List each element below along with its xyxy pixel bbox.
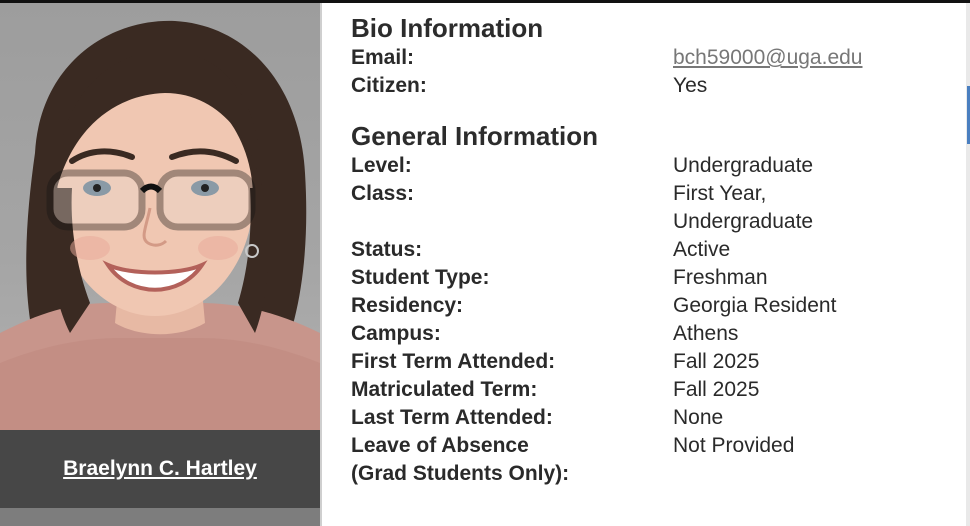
- first-term-label: First Term Attended:: [351, 350, 556, 373]
- general-row-first-term: First Term Attended: Fall 2025: [351, 348, 951, 376]
- general-row-residency: Residency: Georgia Resident: [351, 292, 951, 320]
- campus-value: Athens: [673, 322, 739, 345]
- scrollbar[interactable]: [966, 3, 970, 526]
- first-term-value: Fall 2025: [673, 350, 760, 373]
- bio-row-email: Email: bch59000@uga.edu: [351, 44, 951, 72]
- student-type-value: Freshman: [673, 266, 768, 289]
- profile-panel: Braelynn C. Hartley: [0, 3, 320, 526]
- general-row-matriculated: Matriculated Term: Fall 2025: [351, 376, 951, 404]
- info-content: Bio Information Email: bch59000@uga.edu …: [351, 12, 951, 488]
- status-label: Status:: [351, 238, 423, 261]
- matriculated-label: Matriculated Term:: [351, 378, 538, 401]
- panel-footer: [0, 508, 320, 526]
- general-row-leave-cont: (Grad Students Only):: [351, 460, 951, 488]
- email-label: Email:: [351, 46, 415, 69]
- general-row-class: Class: First Year,: [351, 180, 951, 208]
- residency-label: Residency:: [351, 294, 464, 317]
- level-value: Undergraduate: [673, 154, 814, 177]
- general-row-last-term: Last Term Attended: None: [351, 404, 951, 432]
- general-row-class-cont: Undergraduate: [351, 208, 951, 236]
- general-row-student-type: Student Type: Freshman: [351, 264, 951, 292]
- leave-label-cont: (Grad Students Only):: [351, 462, 570, 485]
- class-value-cont: Undergraduate: [673, 210, 814, 233]
- general-row-status: Status: Active: [351, 236, 951, 264]
- student-type-label: Student Type:: [351, 266, 490, 289]
- general-row-leave: Leave of Absence Not Provided: [351, 432, 951, 460]
- matriculated-value: Fall 2025: [673, 378, 760, 401]
- class-label: Class:: [351, 182, 415, 205]
- student-name-link[interactable]: Braelynn C. Hartley: [63, 457, 257, 481]
- bio-row-citizen: Citizen: Yes: [351, 72, 951, 100]
- profile-photo-illustration: [0, 20, 320, 430]
- campus-label: Campus:: [351, 322, 441, 345]
- email-value: bch59000@uga.edu: [673, 44, 862, 72]
- citizen-label: Citizen:: [351, 74, 427, 97]
- bio-section-title: Bio Information: [351, 13, 544, 43]
- status-value: Active: [673, 238, 731, 261]
- general-section-title: General Information: [351, 121, 599, 151]
- last-term-value: None: [673, 406, 724, 429]
- level-label: Level:: [351, 154, 412, 177]
- email-link[interactable]: bch59000@uga.edu: [673, 46, 862, 69]
- profile-name-bar: Braelynn C. Hartley: [0, 430, 320, 508]
- last-term-label: Last Term Attended:: [351, 406, 553, 429]
- class-label-cont: [351, 208, 673, 236]
- leave-label: Leave of Absence: [351, 434, 529, 457]
- citizen-value: Yes: [673, 74, 708, 97]
- class-value: First Year,: [673, 182, 767, 205]
- panel-divider: [320, 3, 322, 526]
- general-row-level: Level: Undergraduate: [351, 152, 951, 180]
- residency-value: Georgia Resident: [673, 294, 837, 317]
- leave-value: Not Provided: [673, 434, 795, 457]
- profile-photo: [0, 3, 320, 430]
- general-row-campus: Campus: Athens: [351, 320, 951, 348]
